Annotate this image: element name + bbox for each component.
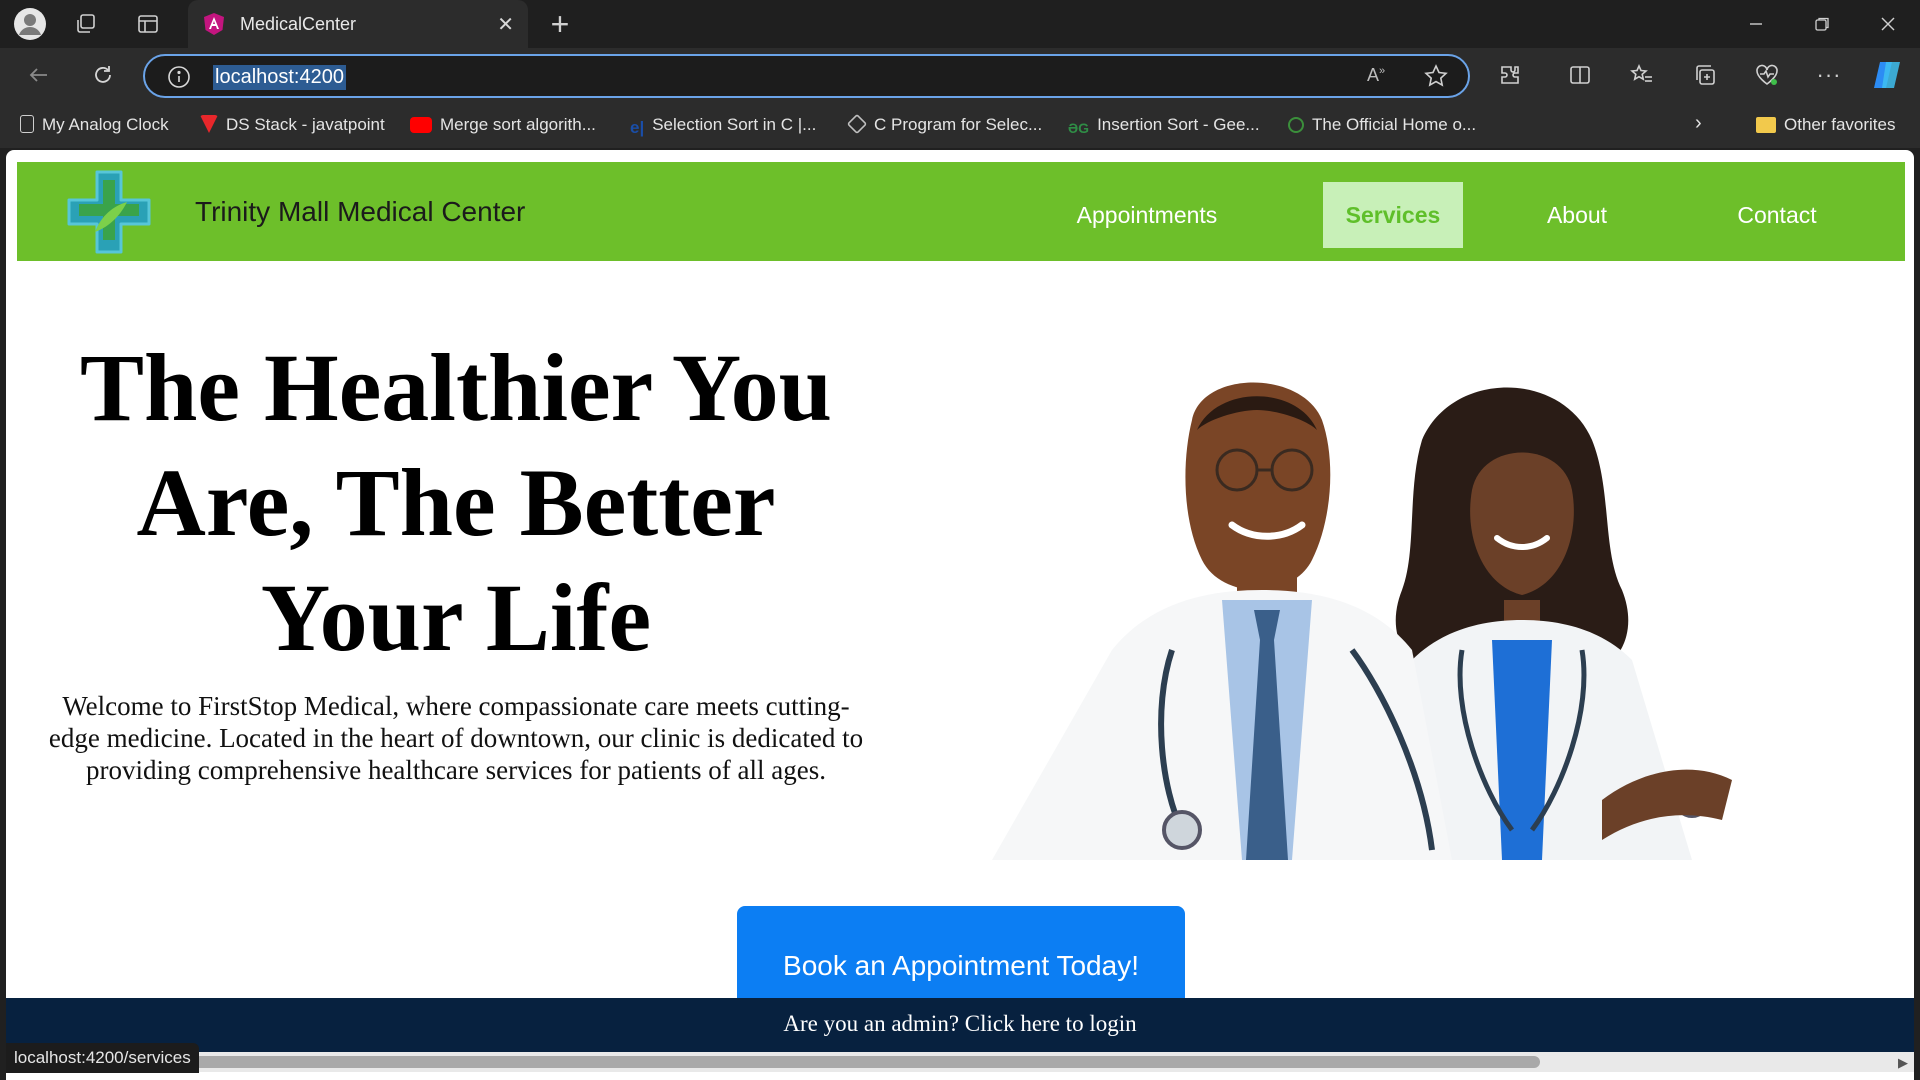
refresh-icon[interactable] [88,60,118,90]
hero-description: Welcome to FirstStop Medical, where comp… [48,691,864,785]
tab-title: MedicalCenter [240,14,357,34]
browser-tab[interactable]: MedicalCenter ✕ [188,0,528,48]
nav-contact[interactable]: Contact [1717,182,1837,248]
page-icon [20,115,34,133]
page-viewport: Trinity Mall Medical Center Appointments… [6,150,1914,1080]
restore-icon[interactable] [1806,10,1838,38]
medical-cross-logo-icon[interactable] [65,168,153,261]
browser-essentials-icon[interactable] [1752,60,1782,90]
collections-icon[interactable] [1690,60,1720,90]
nav-services[interactable]: Services [1323,182,1463,248]
gfg-icon: ƏG [1068,120,1090,136]
status-url: localhost:4200/services [6,1043,199,1073]
bookmark-item[interactable]: ƏG Insertion Sort - Gee... [1068,115,1260,138]
read-aloud-icon[interactable]: A» [1367,65,1385,86]
new-tab-icon[interactable]: + [545,6,575,42]
youtube-icon [410,117,432,133]
bookmark-item[interactable]: My Analog Clock [20,115,169,135]
c-program-icon [846,113,868,135]
nav-appointments[interactable]: Appointments [1067,182,1227,248]
profile-icon[interactable] [12,6,48,42]
gcc-icon [1288,117,1304,133]
scrollbar-thumb[interactable] [194,1056,1540,1068]
favorite-star-icon[interactable] [1423,63,1449,94]
folder-icon [1756,117,1776,133]
bookmark-item[interactable]: The Official Home o... [1288,115,1476,135]
close-tab-icon[interactable]: ✕ [497,12,514,37]
minimize-icon[interactable] [1740,10,1772,38]
nav-about[interactable]: About [1527,182,1627,248]
other-favorites[interactable]: Other favorites [1756,115,1896,135]
site-info-icon[interactable] [167,65,191,94]
hero-title: The Healthier You Are, The Better Your L… [79,334,832,671]
brand-name[interactable]: Trinity Mall Medical Center [195,196,525,228]
angular-favicon-icon [202,12,226,41]
javatpoint-icon [200,115,218,133]
bookmark-item[interactable]: e| Selection Sort in C |... [630,115,816,137]
admin-login-link[interactable]: Are you an admin? Click here to login [6,998,1914,1054]
bookmark-item[interactable]: Merge sort algorith... [410,115,596,135]
horizontal-scrollbar[interactable]: ▶ [6,1052,1914,1072]
bookmark-item[interactable]: C Program for Selec... [846,113,1042,135]
book-appointment-button[interactable]: Book an Appointment Today! [737,906,1185,1006]
workspaces-icon[interactable] [72,10,100,38]
favorites-icon[interactable] [1627,60,1657,90]
tab-bar: MedicalCenter ✕ + [0,0,1920,48]
url-text[interactable]: localhost:4200 [213,65,346,90]
split-screen-icon[interactable] [1565,60,1595,90]
bookmarks-bar: My Analog Clock DS Stack - javatpoint Me… [0,102,1920,148]
scroll-right-icon[interactable]: ▶ [1898,1055,1908,1071]
address-bar[interactable]: localhost:4200 A» [143,54,1470,98]
extensions-icon[interactable] [1495,60,1525,90]
site-navbar: Trinity Mall Medical Center Appointments… [17,162,1905,261]
doctors-photo [992,360,1804,860]
more-menu-icon[interactable]: ··· [1814,60,1844,90]
bookmarks-overflow-icon[interactable]: › [1695,112,1702,135]
e-icon: e| [630,118,645,137]
close-window-icon[interactable] [1872,10,1904,38]
back-icon[interactable] [24,60,54,90]
tab-actions-icon[interactable] [134,10,162,38]
copilot-icon[interactable] [1870,58,1906,92]
bookmark-item[interactable]: DS Stack - javatpoint [200,115,385,135]
